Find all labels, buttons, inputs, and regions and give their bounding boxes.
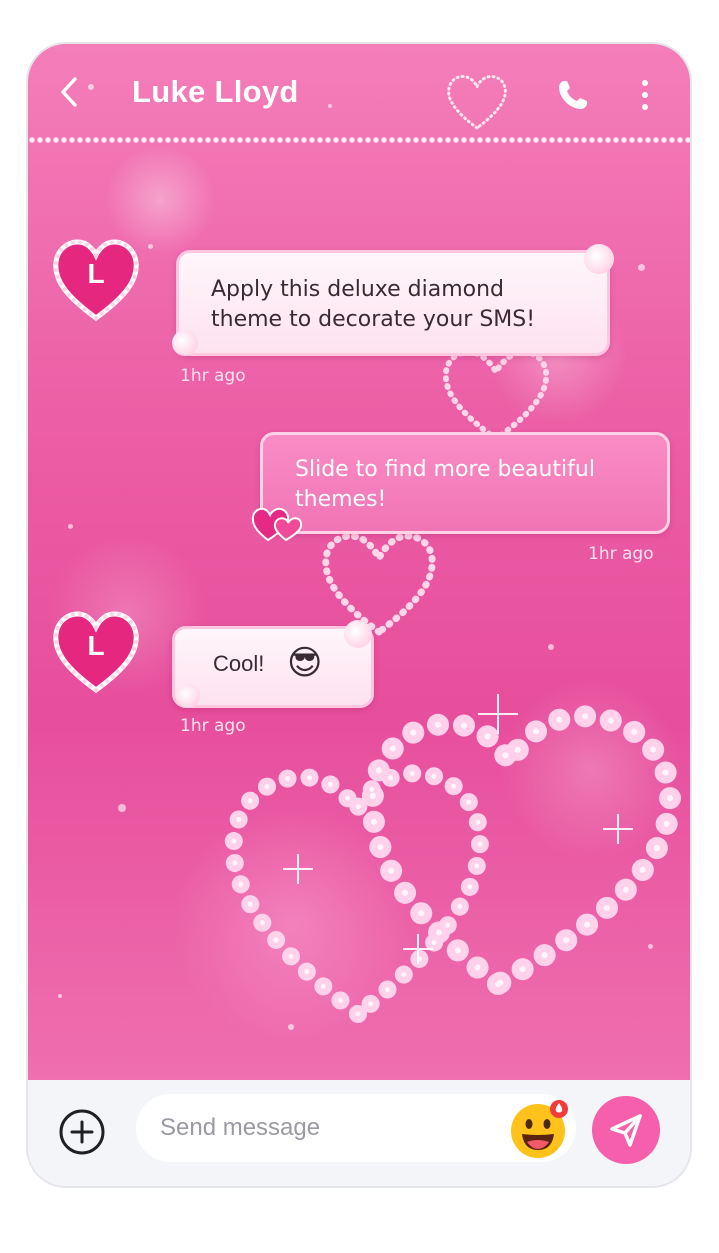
message-timestamp: 1hr ago bbox=[180, 716, 246, 736]
pearl-decoration bbox=[176, 684, 200, 708]
pearl-decoration bbox=[172, 330, 198, 356]
diamond-heart-decoration bbox=[447, 74, 507, 130]
chevron-left-icon[interactable] bbox=[52, 74, 88, 110]
message-bubble-incoming[interactable]: Apply this deluxe diamond theme to decor… bbox=[176, 250, 610, 356]
emoji-sunglasses-icon: 😎 bbox=[287, 643, 323, 683]
diamond-heart-decoration bbox=[442, 349, 550, 443]
contact-name[interactable]: Luke Lloyd bbox=[132, 74, 299, 110]
more-vertical-icon[interactable] bbox=[640, 78, 650, 112]
avatar-letter: L bbox=[87, 258, 105, 289]
message-timestamp: 1hr ago bbox=[588, 544, 654, 564]
chat-background: Luke Lloyd L Apply this deluxe diamond t… bbox=[28, 44, 690, 1080]
message-text: theme to decorate your SMS! bbox=[211, 307, 536, 332]
send-icon bbox=[610, 1114, 642, 1147]
chat-header: Luke Lloyd bbox=[28, 44, 690, 140]
heart-gem-decoration bbox=[251, 507, 302, 542]
diamond-hearts-decoration bbox=[224, 694, 682, 1026]
message-text: Cool! bbox=[213, 651, 265, 676]
pearl-decoration bbox=[344, 620, 372, 648]
pearl-decoration bbox=[584, 244, 614, 274]
send-button[interactable] bbox=[592, 1096, 660, 1164]
message-text: themes! bbox=[295, 487, 387, 512]
emoji-face-icon[interactable] bbox=[508, 1098, 570, 1160]
message-text: Apply this deluxe diamond bbox=[211, 277, 505, 302]
avatar-letter: L bbox=[87, 630, 105, 661]
message-bubble-outgoing[interactable]: Slide to find more beautiful themes! bbox=[260, 432, 670, 534]
phone-icon[interactable] bbox=[556, 78, 590, 112]
composer-bar bbox=[28, 1080, 690, 1186]
message-text: Slide to find more beautiful bbox=[295, 457, 595, 482]
pearl-divider bbox=[28, 136, 690, 144]
message-timestamp: 1hr ago bbox=[180, 366, 246, 386]
plus-circle-icon[interactable] bbox=[58, 1108, 106, 1156]
phone-frame: Luke Lloyd L Apply this deluxe diamond t… bbox=[28, 44, 690, 1186]
diamond-heart-decoration bbox=[322, 532, 436, 637]
